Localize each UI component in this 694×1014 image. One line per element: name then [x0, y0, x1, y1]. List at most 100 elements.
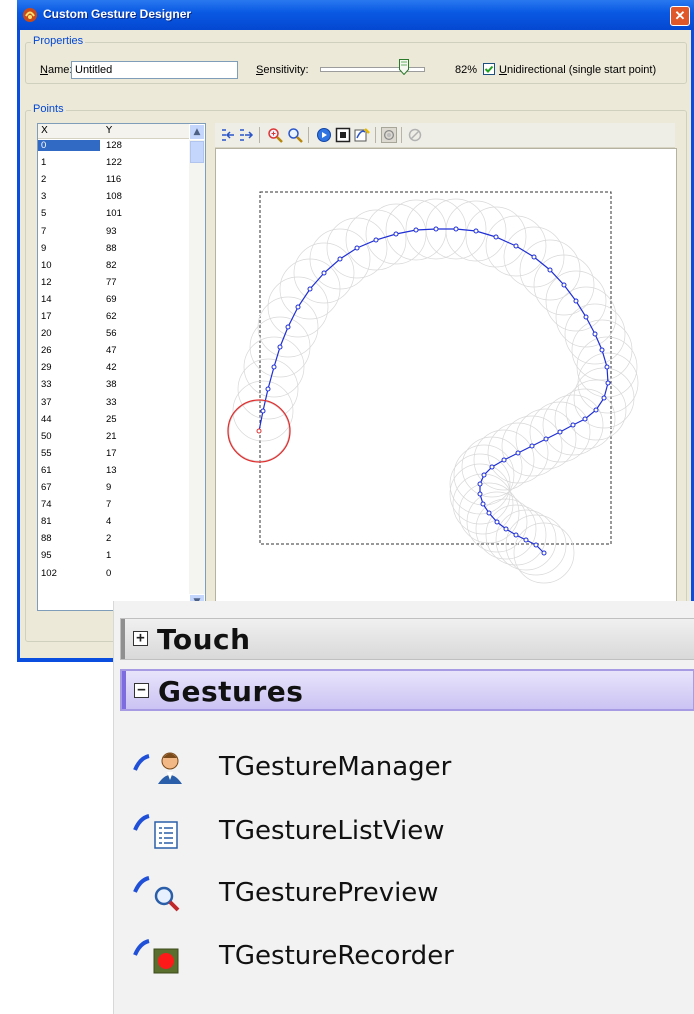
gesture-point[interactable]	[260, 408, 266, 414]
gesture-point[interactable]	[533, 542, 539, 548]
gesture-point[interactable]	[503, 526, 509, 532]
gesture-point[interactable]	[337, 256, 343, 262]
unidirectional-checkbox[interactable]	[483, 63, 495, 75]
table-row[interactable]: 67 9	[38, 481, 188, 494]
gesture-point[interactable]	[477, 481, 483, 487]
close-button[interactable]: ✕	[670, 6, 690, 26]
zoom-out-icon[interactable]	[287, 127, 303, 143]
column-header-x[interactable]: X	[41, 125, 48, 136]
table-row[interactable]: 20 56	[38, 327, 188, 340]
gesture-point[interactable]	[561, 282, 567, 288]
gesture-point[interactable]	[271, 364, 277, 370]
gesture-point[interactable]	[529, 443, 535, 449]
table-row[interactable]: 55 17	[38, 447, 188, 460]
gesture-point[interactable]	[593, 407, 599, 413]
table-row[interactable]: 95 1	[38, 549, 188, 562]
gesture-point[interactable]	[599, 347, 605, 353]
gesture-point[interactable]	[473, 228, 479, 234]
table-row[interactable]: 102 0	[38, 567, 188, 580]
table-row[interactable]: 29 42	[38, 361, 188, 374]
table-row[interactable]: 12 77	[38, 276, 188, 289]
gesture-point[interactable]	[583, 314, 589, 320]
play-icon[interactable]	[316, 127, 332, 143]
table-row[interactable]: 74 7	[38, 498, 188, 511]
gesture-point[interactable]	[321, 270, 327, 276]
table-row[interactable]: 2 116	[38, 173, 188, 186]
gesture-point[interactable]	[481, 472, 487, 478]
scroll-thumb[interactable]	[190, 141, 204, 163]
gesture-point[interactable]	[295, 304, 301, 310]
collapse-icon[interactable]: −	[134, 683, 149, 698]
gesture-point[interactable]	[393, 231, 399, 237]
table-row[interactable]: 3 108	[38, 190, 188, 203]
table-row[interactable]: 37 33	[38, 396, 188, 409]
table-row[interactable]: 33 38	[38, 378, 188, 391]
sensitivity-slider-thumb[interactable]	[399, 59, 410, 75]
gesture-point[interactable]	[493, 234, 499, 240]
table-row[interactable]: 9 88	[38, 242, 188, 255]
category-gestures[interactable]: − Gestures	[120, 669, 694, 711]
gesture-point[interactable]	[486, 510, 492, 516]
table-row[interactable]: 44 25	[38, 413, 188, 426]
table-row[interactable]: 81 4	[38, 515, 188, 528]
gesture-point[interactable]	[582, 416, 588, 422]
gesture-point[interactable]	[433, 226, 439, 232]
gesture-point[interactable]	[494, 519, 500, 525]
gesture-point[interactable]	[480, 501, 486, 507]
component-tgesturelistview[interactable]: TGestureListView	[114, 801, 694, 861]
table-row[interactable]: 7 93	[38, 225, 188, 238]
table-row[interactable]: 50 21	[38, 430, 188, 443]
gesture-point[interactable]	[453, 226, 459, 232]
component-tgesturemanager[interactable]: TGestureManager	[114, 737, 694, 797]
gesture-point[interactable]	[373, 237, 379, 243]
stop-icon[interactable]	[335, 127, 351, 143]
points-scrollbar[interactable]: ▲ ▼	[189, 124, 205, 610]
table-row[interactable]: 10 82	[38, 259, 188, 272]
gesture-point[interactable]	[573, 298, 579, 304]
gesture-point[interactable]	[513, 532, 519, 538]
table-row[interactable]: 88 2	[38, 532, 188, 545]
table-row[interactable]: 17 62	[38, 310, 188, 323]
gesture-point[interactable]	[592, 331, 598, 337]
table-row[interactable]: 61 13	[38, 464, 188, 477]
table-row[interactable]: 0 128	[38, 139, 188, 152]
gesture-point[interactable]	[557, 429, 563, 435]
component-tgesturerecorder[interactable]: TGestureRecorder	[114, 926, 694, 986]
gesture-point[interactable]	[489, 464, 495, 470]
clear-icon[interactable]	[407, 127, 423, 143]
gesture-point[interactable]	[354, 245, 360, 251]
gesture-point[interactable]	[605, 380, 611, 386]
zoom-in-icon[interactable]	[267, 127, 283, 143]
expand-icon[interactable]: +	[133, 631, 148, 646]
name-field[interactable]	[71, 61, 238, 79]
gesture-point[interactable]	[265, 386, 271, 392]
gesture-point[interactable]	[501, 457, 507, 463]
indent-left-icon[interactable]	[220, 127, 236, 143]
gesture-point[interactable]	[531, 254, 537, 260]
gesture-point[interactable]	[277, 344, 283, 350]
gesture-point[interactable]	[256, 428, 262, 434]
indent-right-icon[interactable]	[238, 127, 254, 143]
gesture-point[interactable]	[523, 537, 529, 543]
gesture-point[interactable]	[601, 395, 607, 401]
gesture-canvas[interactable]	[215, 148, 677, 602]
table-row[interactable]: 1 122	[38, 156, 188, 169]
gesture-point[interactable]	[547, 267, 553, 273]
gesture-point[interactable]	[477, 491, 483, 497]
gesture-point[interactable]	[513, 243, 519, 249]
table-row[interactable]: 26 47	[38, 344, 188, 357]
gesture-point[interactable]	[604, 364, 610, 370]
points-list[interactable]: X Y 0 128 1 122 2 116 3 108 5 101 7 93 9 88 10 82 12 77 14…	[37, 123, 206, 611]
category-touch[interactable]: + Touch	[120, 618, 694, 660]
table-row[interactable]: 14 69	[38, 293, 188, 306]
table-row[interactable]: 5 101	[38, 207, 188, 220]
gesture-point[interactable]	[307, 286, 313, 292]
gesture-point[interactable]	[541, 550, 547, 556]
record-icon[interactable]	[354, 127, 370, 143]
toggle-icon[interactable]	[381, 127, 397, 143]
scroll-up-button[interactable]: ▲	[189, 124, 205, 140]
title-bar[interactable]: Custom Gesture Designer ✕	[17, 0, 694, 30]
column-header-y[interactable]: Y	[106, 125, 112, 136]
gesture-point[interactable]	[543, 436, 549, 442]
component-tgesturepreview[interactable]: TGesturePreview	[114, 863, 694, 923]
